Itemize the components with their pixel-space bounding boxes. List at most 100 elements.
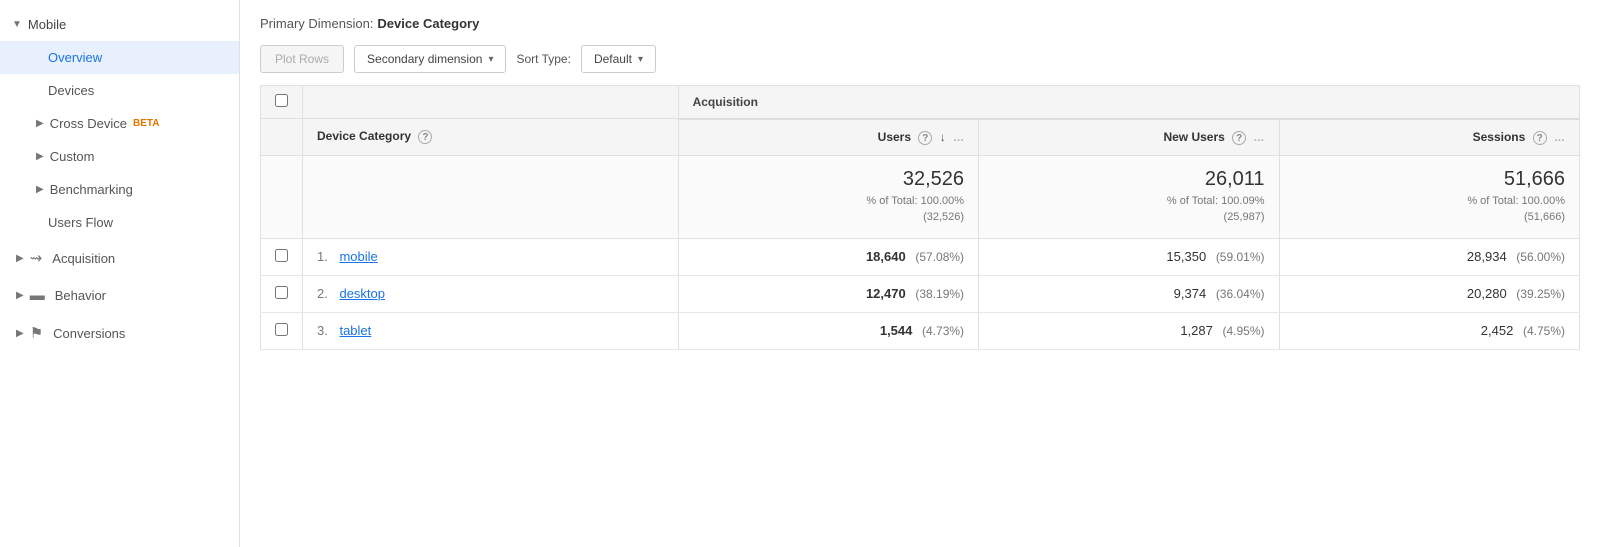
users-help-icon[interactable]: ? [918,131,932,145]
group-header-row: Acquisition [261,86,1580,119]
row-device-cell-2: 3. tablet [303,312,679,349]
sidebar-item-conversions-label: Conversions [53,326,125,341]
row-checkbox-2[interactable] [275,323,288,336]
table-row: 3. tablet 1,544 (4.73%) 1,287 (4.95%) 2,… [261,312,1580,349]
row-checkbox-cell-2[interactable] [261,312,303,349]
row-device-name-0[interactable]: mobile [339,249,377,264]
sidebar-item-devices[interactable]: Devices [0,74,239,107]
row-sessions-main-2: 2,452 [1481,323,1514,338]
sidebar-item-overview-label: Overview [48,50,102,65]
plot-rows-button[interactable]: Plot Rows [260,45,344,73]
totals-users-sub: % of Total: 100.00% (32,526) [693,193,964,226]
sidebar-item-custom[interactable]: ▶ Custom [0,140,239,173]
row-users-pct-0: (57.08%) [915,250,964,264]
row-checkbox-cell-1[interactable] [261,275,303,312]
row-new-users-pct-0: (59.01%) [1216,250,1265,264]
sidebar-item-custom-label: Custom [50,149,95,164]
totals-device-cell [303,155,679,238]
sidebar-item-users-flow-label: Users Flow [48,215,113,230]
conversions-arrow-icon: ▶ [16,328,24,339]
col-header-new-users[interactable]: New Users ? … [979,119,1279,156]
beta-badge: BETA [133,118,159,129]
totals-users-cell: 32,526 % of Total: 100.00% (32,526) [678,155,978,238]
sidebar-item-devices-label: Devices [48,83,94,98]
row-sessions-main-1: 20,280 [1467,286,1507,301]
users-ellipsis-icon: … [953,132,964,144]
header-checkbox-cell [261,86,303,119]
row-new-users-main-2: 1,287 [1180,323,1213,338]
sidebar: ▼ Mobile Overview Devices ▶ Cross Device… [0,0,240,547]
toolbar: Plot Rows Secondary dimension ▾ Sort Typ… [260,45,1580,73]
col-header-device-category[interactable]: Device Category ? [303,119,679,156]
behavior-arrow-icon: ▶ [16,290,24,301]
col-header-sessions[interactable]: Sessions ? … [1279,119,1579,156]
row-new-users-pct-2: (4.95%) [1222,324,1264,338]
row-users-main-1: 12,470 [866,286,906,301]
col-header-users[interactable]: Users ? ↓ … [678,119,978,156]
acquisition-group-header: Acquisition [678,86,1579,119]
secondary-dimension-dropdown[interactable]: Secondary dimension ▾ [354,45,506,73]
select-all-checkbox[interactable] [275,94,288,107]
acquisition-icon: ⇝ [30,249,43,267]
row-new-users-cell-1: 9,374 (36.04%) [979,275,1279,312]
row-num-1: 2. [317,286,328,301]
row-device-cell-1: 2. desktop [303,275,679,312]
row-device-name-1[interactable]: desktop [339,286,385,301]
sidebar-item-benchmarking[interactable]: ▶ Benchmarking [0,173,239,206]
sidebar-item-conversions[interactable]: ▶ ⚑ Conversions [0,314,239,352]
acquisition-arrow-icon: ▶ [16,253,24,264]
row-users-pct-2: (4.73%) [922,324,964,338]
sidebar-item-cross-device-label: Cross Device [50,116,127,131]
sessions-ellipsis-icon: … [1554,132,1565,144]
benchmarking-arrow-icon: ▶ [36,184,44,195]
behavior-icon: ▬ [30,287,45,304]
primary-dimension-label: Primary Dimension: [260,16,373,31]
new-users-help-icon[interactable]: ? [1232,131,1246,145]
totals-row: 32,526 % of Total: 100.00% (32,526) 26,0… [261,155,1580,238]
totals-sessions-sub: % of Total: 100.00% (51,666) [1294,193,1565,226]
sessions-label: Sessions [1473,130,1526,144]
row-new-users-main-1: 9,374 [1174,286,1207,301]
table-row: 2. desktop 12,470 (38.19%) 9,374 (36.04%… [261,275,1580,312]
sidebar-item-mobile-label: Mobile [28,17,66,32]
sidebar-item-behavior[interactable]: ▶ ▬ Behavior [0,277,239,314]
row-num-0: 1. [317,249,328,264]
sidebar-item-acquisition-label: Acquisition [52,251,115,266]
row-checkbox-1[interactable] [275,286,288,299]
totals-users-main: 32,526 [693,168,964,191]
row-checkbox-0[interactable] [275,249,288,262]
row-sessions-pct-1: (39.25%) [1516,287,1565,301]
mobile-arrow-icon: ▼ [12,19,22,30]
row-users-main-0: 18,640 [866,249,906,264]
sidebar-item-users-flow[interactable]: Users Flow [0,206,239,239]
row-checkbox-cell-0[interactable] [261,238,303,275]
primary-dimension-row: Primary Dimension: Device Category [260,16,1580,31]
row-users-cell-2: 1,544 (4.73%) [678,312,978,349]
sessions-help-icon[interactable]: ? [1533,131,1547,145]
row-sessions-pct-2: (4.75%) [1523,324,1565,338]
totals-new-users-sub: % of Total: 100.09% (25,987) [993,193,1264,226]
row-device-name-2[interactable]: tablet [339,323,371,338]
sort-type-dropdown[interactable]: Default ▾ [581,45,656,73]
row-new-users-cell-0: 15,350 (59.01%) [979,238,1279,275]
device-category-label: Device Category [317,129,411,143]
data-table: Acquisition Device Category ? Users ? ↓ … [260,85,1580,350]
totals-new-users-cell: 26,011 % of Total: 100.09% (25,987) [979,155,1279,238]
sidebar-item-benchmarking-label: Benchmarking [50,182,133,197]
row-new-users-main-0: 15,350 [1166,249,1206,264]
sidebar-item-acquisition[interactable]: ▶ ⇝ Acquisition [0,239,239,277]
users-sort-arrow-icon[interactable]: ↓ [940,130,946,144]
row-new-users-pct-1: (36.04%) [1216,287,1265,301]
totals-sessions-cell: 51,666 % of Total: 100.00% (51,666) [1279,155,1579,238]
totals-sessions-main: 51,666 [1294,168,1565,191]
sidebar-item-cross-device[interactable]: ▶ Cross Device BETA [0,107,239,140]
row-users-main-2: 1,544 [880,323,913,338]
sidebar-item-mobile[interactable]: ▼ Mobile [0,8,239,41]
device-category-help-icon[interactable]: ? [418,130,432,144]
primary-dimension-value: Device Category [377,16,479,31]
sort-type-label: Sort Type: [516,52,570,66]
sidebar-item-overview[interactable]: Overview [0,41,239,74]
main-content: Primary Dimension: Device Category Plot … [240,0,1600,547]
cross-device-arrow-icon: ▶ [36,118,44,129]
row-sessions-cell-2: 2,452 (4.75%) [1279,312,1579,349]
